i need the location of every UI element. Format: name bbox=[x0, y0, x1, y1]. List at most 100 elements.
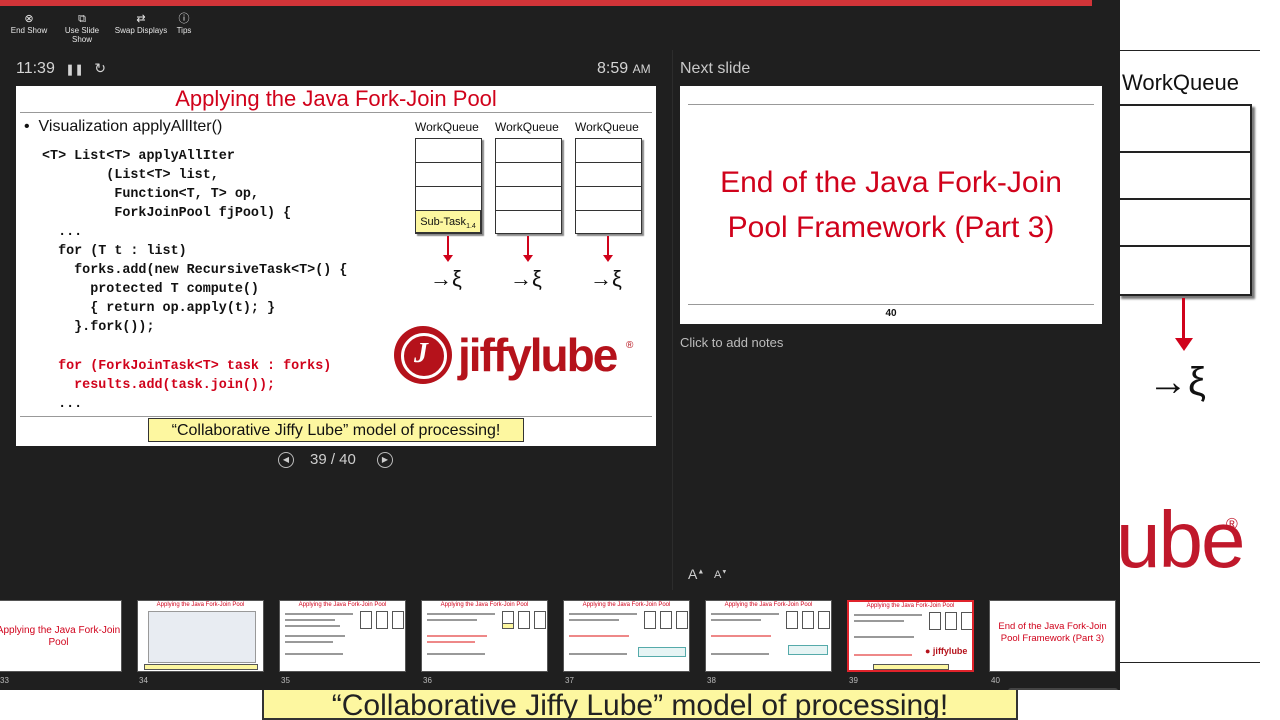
code-block-highlight: for (ForkJoinTask<T> task : forks) resul… bbox=[58, 359, 332, 393]
thumbnail-code-line bbox=[427, 635, 487, 637]
slide-thumbnail[interactable]: Applying the Java Fork-Join Pool bbox=[137, 600, 264, 672]
next-slide-preview[interactable]: End of the Java Fork-Join Pool Framework… bbox=[680, 86, 1102, 324]
thumbnail-callout bbox=[788, 645, 828, 655]
subtask-label: Sub-Task bbox=[420, 216, 467, 228]
thumbnail-code-line bbox=[711, 619, 761, 621]
slide-bullet: • Visualization applyAllIter() bbox=[24, 118, 223, 135]
timer-value: 11:39 bbox=[16, 60, 55, 77]
next-slide-title: End of the Java Fork-Join Pool Framework… bbox=[680, 160, 1102, 250]
thumbnail-queue bbox=[644, 611, 656, 629]
logo-text: jiffylube bbox=[458, 329, 618, 381]
background-arrow bbox=[1182, 298, 1185, 340]
screen: WorkQueue →ξ ube ® “Collaborative Jiffy … bbox=[0, 0, 1280, 720]
tips-label: Tips bbox=[176, 26, 192, 35]
filmstrip-scrollbar[interactable] bbox=[1008, 688, 1118, 690]
presenter-toolbar: ⊗ End Show ⧉ Use Slide Show ⇄ Swap Displ… bbox=[0, 6, 1120, 44]
down-arrow-icon bbox=[443, 236, 453, 262]
background-logo-fragment: ube bbox=[1116, 495, 1245, 584]
slide-thumbnail[interactable]: Applying the Java Fork-Join Pool bbox=[0, 600, 122, 672]
notes-area[interactable]: Click to add notes bbox=[680, 335, 783, 350]
thumbnail-code-line bbox=[427, 613, 495, 615]
code-block: <T> List<T> applyAllIter (List<T> list, … bbox=[42, 149, 348, 335]
thumbnail-code-line bbox=[285, 635, 345, 637]
down-arrow-icon bbox=[523, 236, 533, 262]
workqueue-label: WorkQueue bbox=[495, 120, 559, 134]
thumbnail-number: 33 bbox=[0, 676, 9, 685]
previous-slide-button[interactable]: ◀ bbox=[278, 452, 294, 468]
swap-icon: ⇄ bbox=[136, 13, 146, 25]
end-show-button[interactable]: ⊗ End Show bbox=[10, 12, 48, 35]
workqueue-box bbox=[575, 138, 642, 234]
thumbnail-queue bbox=[360, 611, 372, 629]
decrease-font-button[interactable]: A▼ bbox=[714, 569, 727, 581]
thumbnail-queue bbox=[961, 612, 972, 630]
info-icon: ⓘ bbox=[178, 13, 190, 25]
thumbnail-queue bbox=[376, 611, 388, 629]
next-slide-label: Next slide bbox=[680, 60, 751, 77]
workqueue-label: WorkQueue bbox=[415, 120, 479, 134]
slide-thumbnail[interactable]: Applying the Java Fork-Join Pool bbox=[705, 600, 832, 672]
thumbnail-code-line bbox=[285, 625, 340, 627]
jiffy-lube-logo: J jiffylube ® bbox=[394, 326, 644, 386]
background-worker-icon: →ξ bbox=[1148, 360, 1206, 404]
thumbnail-code-line bbox=[854, 636, 914, 638]
slide-thumbnail[interactable]: Applying the Java Fork-Join Pool bbox=[279, 600, 406, 672]
use-slide-show-button[interactable]: ⧉ Use Slide Show bbox=[54, 12, 110, 44]
thumbnail-number: 37 bbox=[565, 676, 574, 685]
thumbnail-number: 40 bbox=[991, 676, 1000, 685]
thumbnail-title: Applying the Java Fork-Join Pool bbox=[724, 602, 813, 608]
thumbnail-code-line bbox=[285, 641, 333, 643]
bullet-text: Visualization applyAllIter() bbox=[38, 118, 223, 135]
thumbnail-number: 34 bbox=[139, 676, 148, 685]
thumbnail-title: Applying the Java Fork-Join Pool bbox=[156, 602, 245, 608]
thumbnail-queue bbox=[518, 611, 530, 629]
pane-divider[interactable] bbox=[672, 50, 673, 590]
thumbnail-logo: ● jiffylube bbox=[925, 646, 968, 656]
clock-time: 8:59 bbox=[597, 60, 629, 77]
slide-thumbnail[interactable]: Applying the Java Fork-Join Pool bbox=[563, 600, 690, 672]
thumbnail-code-line bbox=[427, 641, 475, 643]
next-slide-button[interactable]: ▶ bbox=[377, 452, 393, 468]
swap-displays-label: Swap Displays bbox=[114, 26, 168, 35]
thumbnail-code-line bbox=[711, 635, 771, 637]
slide-thumbnail[interactable]: Applying the Java Fork-Join Pool bbox=[421, 600, 548, 672]
subtask-box: Sub-Task1.4 bbox=[415, 210, 481, 233]
screens-icon: ⧉ bbox=[78, 13, 86, 25]
thumbnail-code-line bbox=[711, 653, 769, 655]
slide-thumbnail[interactable]: End of the Java Fork-Join Pool Framework… bbox=[989, 600, 1116, 672]
thumbnail-number: 35 bbox=[281, 676, 290, 685]
thumbnail-queue bbox=[660, 611, 672, 629]
thumbnail-code-line bbox=[569, 619, 619, 621]
next-slide-rule bbox=[688, 104, 1094, 105]
thumbnail-callout bbox=[638, 647, 686, 657]
worker-thread-icon: →ξ bbox=[510, 266, 542, 291]
current-slide: Applying the Java Fork-Join Pool • Visua… bbox=[16, 86, 656, 446]
increase-font-button[interactable]: A▲ bbox=[688, 566, 704, 582]
thumbnail-number: 36 bbox=[423, 676, 432, 685]
thumbnail-queue bbox=[534, 611, 546, 629]
presenter-view: ⊗ End Show ⧉ Use Slide Show ⇄ Swap Displ… bbox=[0, 0, 1120, 690]
thumbnail-screenshot bbox=[148, 611, 256, 663]
thumbnail-title: End of the Java Fork-Join Pool Framework… bbox=[998, 621, 1107, 644]
thumbnail-code-line bbox=[711, 613, 779, 615]
thumbnail-code-line bbox=[285, 619, 335, 621]
thumbnail-code-line bbox=[569, 653, 627, 655]
slide-thumbnail-selected[interactable]: Applying the Java Fork-Join Pool ● jiffy… bbox=[847, 600, 974, 672]
close-circle-icon: ⊗ bbox=[24, 13, 34, 25]
thumbnail-queue bbox=[929, 612, 941, 630]
background-arrowhead bbox=[1175, 338, 1193, 351]
code-block-tail: ... bbox=[42, 397, 83, 412]
thumbnail-highlight bbox=[873, 664, 949, 670]
reset-icon[interactable]: ↻ bbox=[94, 60, 106, 76]
thumbnail-queue bbox=[802, 611, 814, 629]
pause-icon[interactable]: ❚❚ bbox=[65, 64, 83, 76]
use-slide-show-label: Use Slide Show bbox=[64, 26, 100, 44]
thumbnail-highlight bbox=[502, 623, 514, 629]
increase-font-label: A bbox=[688, 566, 698, 582]
tips-button[interactable]: ⓘ Tips bbox=[172, 12, 196, 35]
thumbnail-code-line bbox=[427, 619, 477, 621]
logo-registered-mark: ® bbox=[626, 340, 634, 351]
swap-displays-button[interactable]: ⇄ Swap Displays bbox=[114, 12, 168, 35]
thumbnail-queue bbox=[945, 612, 957, 630]
background-workqueue-label: WorkQueue bbox=[1122, 70, 1239, 95]
